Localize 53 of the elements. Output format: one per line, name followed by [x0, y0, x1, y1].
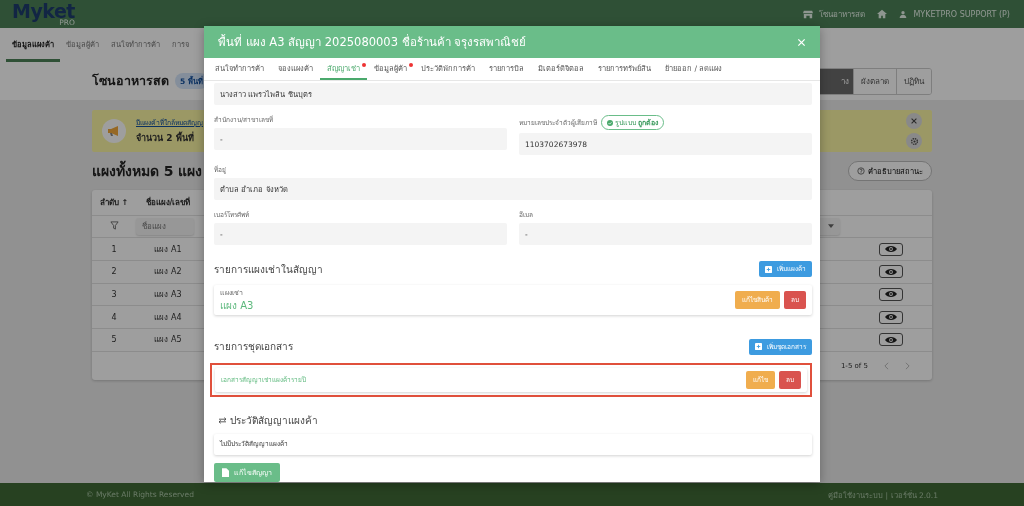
zone-label[interactable]: โซนอาหารสด	[819, 7, 866, 21]
table-cell-text: 3	[110, 290, 118, 299]
plus-icon	[765, 265, 772, 273]
table-cell-text: แผง A1	[153, 243, 183, 256]
column-header[interactable]: ลำดับ ↑	[92, 195, 136, 209]
table-cell-text: 1	[110, 244, 118, 254]
check-circle-icon	[607, 119, 613, 126]
table-cell-text: 2	[110, 267, 118, 277]
eye-icon	[885, 290, 897, 299]
close-button[interactable]	[906, 113, 922, 129]
view-button[interactable]	[879, 242, 903, 256]
table-cell-text: แผง A3	[153, 289, 183, 301]
close-icon	[797, 37, 806, 47]
view-button[interactable]	[879, 310, 903, 324]
column-header[interactable]: ชื่อแผง/เลขที่	[136, 195, 200, 209]
section-title: รายการชุดเอกสาร	[214, 340, 294, 355]
table-cell-text: 5	[110, 335, 118, 345]
view-button[interactable]	[879, 288, 903, 301]
chevron-right-icon	[905, 361, 910, 370]
filter-field[interactable]: ชื่อแผง	[136, 217, 194, 235]
eye-icon	[885, 335, 897, 344]
user-icon	[899, 10, 908, 18]
modal-title: พื้นที่ แผง A3 สัญญา 2025080003 ชื่อร้านค้า จรุงรสพาณิชย์	[218, 33, 528, 51]
alert-text: จำนวน 2 พื้นที่	[136, 131, 195, 145]
view-button[interactable]	[879, 333, 903, 347]
chevron-left-icon	[884, 361, 889, 370]
eye-icon	[885, 267, 897, 276]
swap-icon	[218, 416, 227, 424]
table-cell-text: 4	[110, 312, 118, 322]
section-heading: แผงทั้งหมด 5 แผง	[92, 160, 203, 182]
plus-icon	[755, 343, 762, 351]
view-toggle[interactable]: ปฏิทิน	[896, 68, 931, 94]
filter-icon	[109, 220, 119, 230]
stall-name: แผง A3	[220, 298, 254, 313]
document-icon	[222, 468, 229, 477]
help-icon	[857, 167, 865, 175]
megaphone-drawing	[107, 125, 121, 137]
settings-button[interactable]	[906, 133, 922, 149]
view-button[interactable]	[879, 265, 903, 279]
page-title: โซนอาหารสด	[92, 72, 169, 90]
store-icon	[803, 9, 814, 19]
home-icon	[877, 9, 888, 19]
table-cell-text: แผง A5	[153, 334, 183, 347]
section-title: ประวัติสัญญาแผงค้า	[230, 413, 318, 428]
settings-icon	[909, 136, 919, 146]
eye-icon	[885, 313, 897, 322]
section-title: รายการแผงเช่าในสัญญา	[214, 262, 324, 277]
table-cell-text: แผง A4	[153, 311, 183, 324]
caret-icon	[828, 224, 834, 229]
eye-icon	[885, 245, 897, 254]
table-cell-text: แผง A2	[153, 266, 183, 279]
user-name[interactable]: MYKETPRO SUPPORT (P)	[913, 9, 1010, 19]
close-icon	[910, 117, 918, 125]
